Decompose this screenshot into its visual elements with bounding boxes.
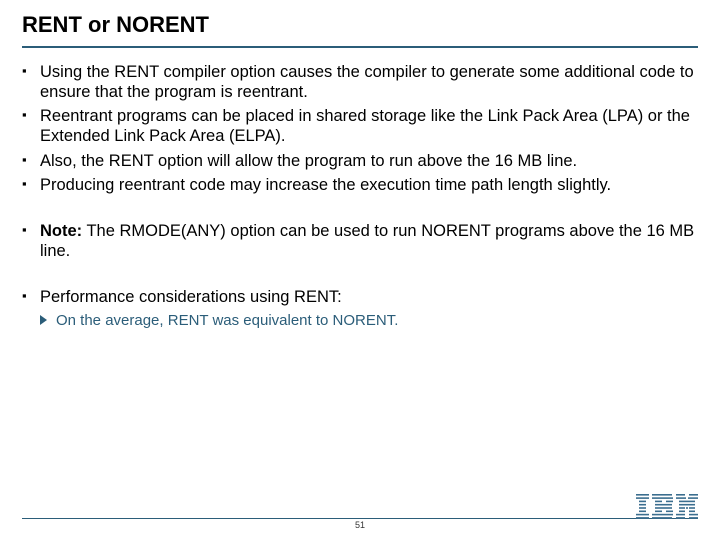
note-text: The RMODE(ANY) option can be used to run… <box>40 222 694 260</box>
perf-sublist: On the average, RENT was equivalent to N… <box>22 311 698 331</box>
note-list: Note: The RMODE(ANY) option can be used … <box>22 221 698 261</box>
ibm-logo <box>636 494 698 524</box>
perf-list: Performance considerations using RENT: <box>22 287 698 307</box>
spacer <box>22 199 698 221</box>
footer-divider <box>22 518 698 519</box>
footer: 51 <box>0 518 720 530</box>
perf-subitem: On the average, RENT was equivalent to N… <box>22 311 698 331</box>
title-divider <box>22 46 698 48</box>
bullet-item: Reentrant programs can be placed in shar… <box>22 106 698 146</box>
bullet-item: Using the RENT compiler option causes th… <box>22 62 698 102</box>
page-number: 51 <box>0 520 720 530</box>
ibm-logo-icon <box>636 494 698 519</box>
slide: RENT or NORENT Using the RENT compiler o… <box>0 0 720 540</box>
note-item: Note: The RMODE(ANY) option can be used … <box>22 221 698 261</box>
slide-title: RENT or NORENT <box>22 12 698 46</box>
perf-item: Performance considerations using RENT: <box>22 287 698 307</box>
bullet-item: Producing reentrant code may increase th… <box>22 175 698 195</box>
note-label: Note: <box>40 222 82 240</box>
bullet-item: Also, the RENT option will allow the pro… <box>22 151 698 171</box>
spacer <box>22 265 698 287</box>
bullet-list: Using the RENT compiler option causes th… <box>22 62 698 195</box>
